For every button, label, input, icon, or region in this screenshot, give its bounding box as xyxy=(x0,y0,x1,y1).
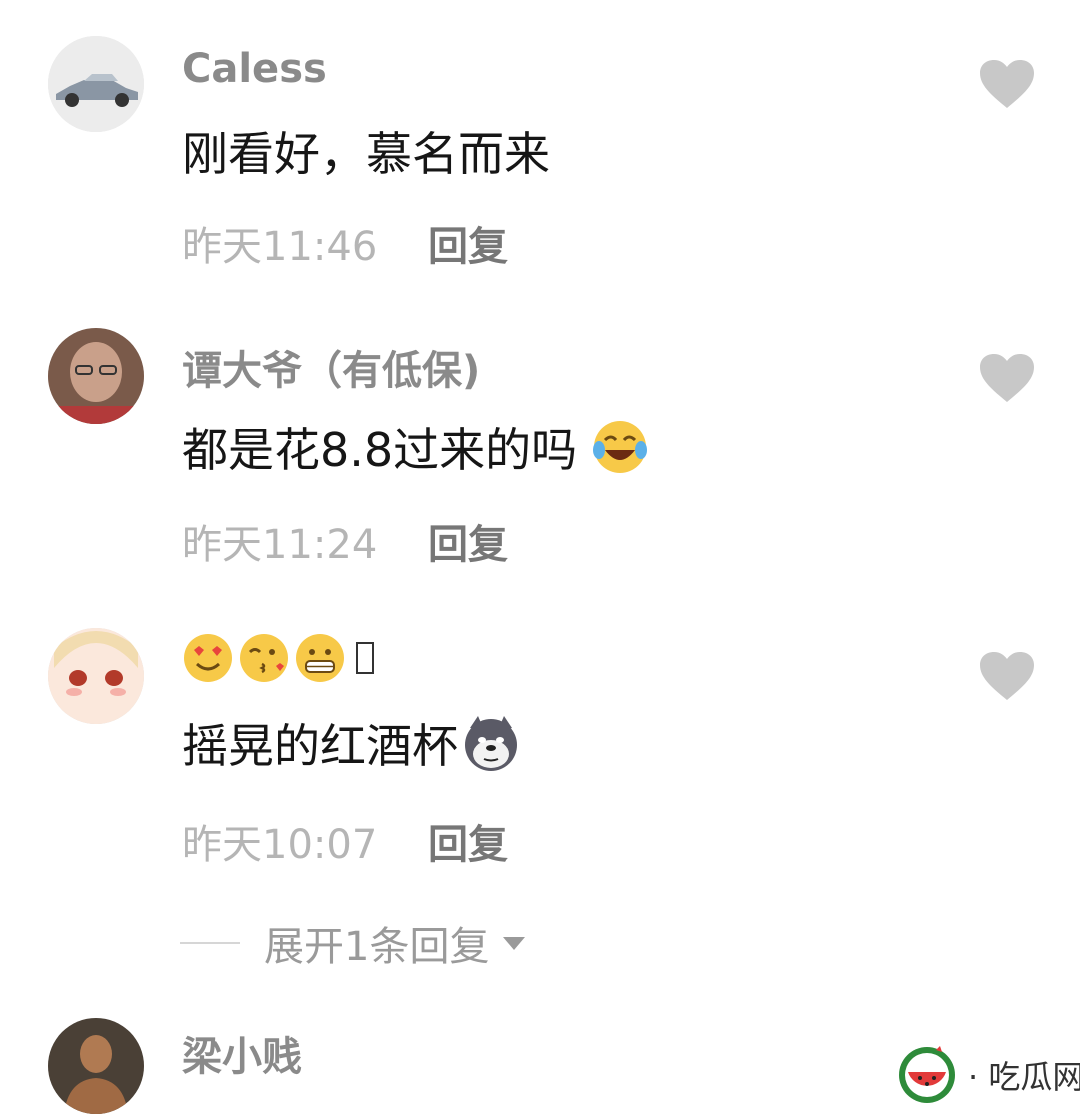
missing-glyph-box xyxy=(356,642,374,674)
expand-replies-label: 展开1条回复 xyxy=(264,924,490,970)
timestamp: 昨天11:24 xyxy=(182,522,378,568)
kissing-emoji xyxy=(238,632,290,684)
grimacing-emoji xyxy=(294,632,346,684)
comment-text: 都是花8.8过来的吗 xyxy=(182,414,649,480)
watermelon-logo-icon xyxy=(899,1046,955,1103)
heart-icon[interactable] xyxy=(978,650,1036,702)
car-avatar-image xyxy=(48,36,144,132)
reply-button[interactable]: 回复 xyxy=(428,512,508,570)
comment-text: 刚看好，慕名而来 xyxy=(182,118,550,184)
username[interactable]: Caless xyxy=(182,46,327,92)
comment-text-content: 都是花8.8过来的吗 xyxy=(182,423,578,477)
comment-text: 摇晃的红酒杯 xyxy=(182,710,520,776)
username[interactable] xyxy=(182,632,374,684)
reply-button[interactable]: 回复 xyxy=(428,812,508,870)
heart-eyes-emoji xyxy=(182,632,234,684)
comment-text-content: 刚看好，慕名而来 xyxy=(182,127,550,181)
avatar[interactable] xyxy=(48,628,144,724)
doge-emoji xyxy=(462,714,520,772)
anime-girl-avatar-image xyxy=(48,628,144,724)
reply-button[interactable]: 回复 xyxy=(428,214,508,272)
heart-icon[interactable] xyxy=(978,352,1036,404)
elderly-man-avatar-image xyxy=(48,328,144,424)
watermark-text: · 吃瓜网 · xyxy=(968,1058,1080,1096)
avatar[interactable] xyxy=(48,1018,144,1114)
avatar[interactable] xyxy=(48,328,144,424)
expand-replies-button[interactable]: 展开1条回复 xyxy=(180,914,526,972)
caret-down-icon xyxy=(503,936,526,950)
comment-text-content: 摇晃的红酒杯 xyxy=(182,719,458,773)
heart-icon[interactable] xyxy=(978,58,1036,110)
username[interactable]: 谭大爷（有低保) xyxy=(182,338,480,396)
username[interactable]: 梁小贱 xyxy=(182,1024,302,1082)
avatar[interactable] xyxy=(48,36,144,132)
tears-of-joy-emoji xyxy=(591,418,649,476)
timestamp: 昨天11:46 xyxy=(182,224,378,270)
watermark: · 吃瓜网 · xyxy=(896,1044,1080,1106)
divider xyxy=(180,942,240,944)
shirtless-man-avatar-image xyxy=(48,1018,144,1114)
timestamp: 昨天10:07 xyxy=(182,822,378,868)
